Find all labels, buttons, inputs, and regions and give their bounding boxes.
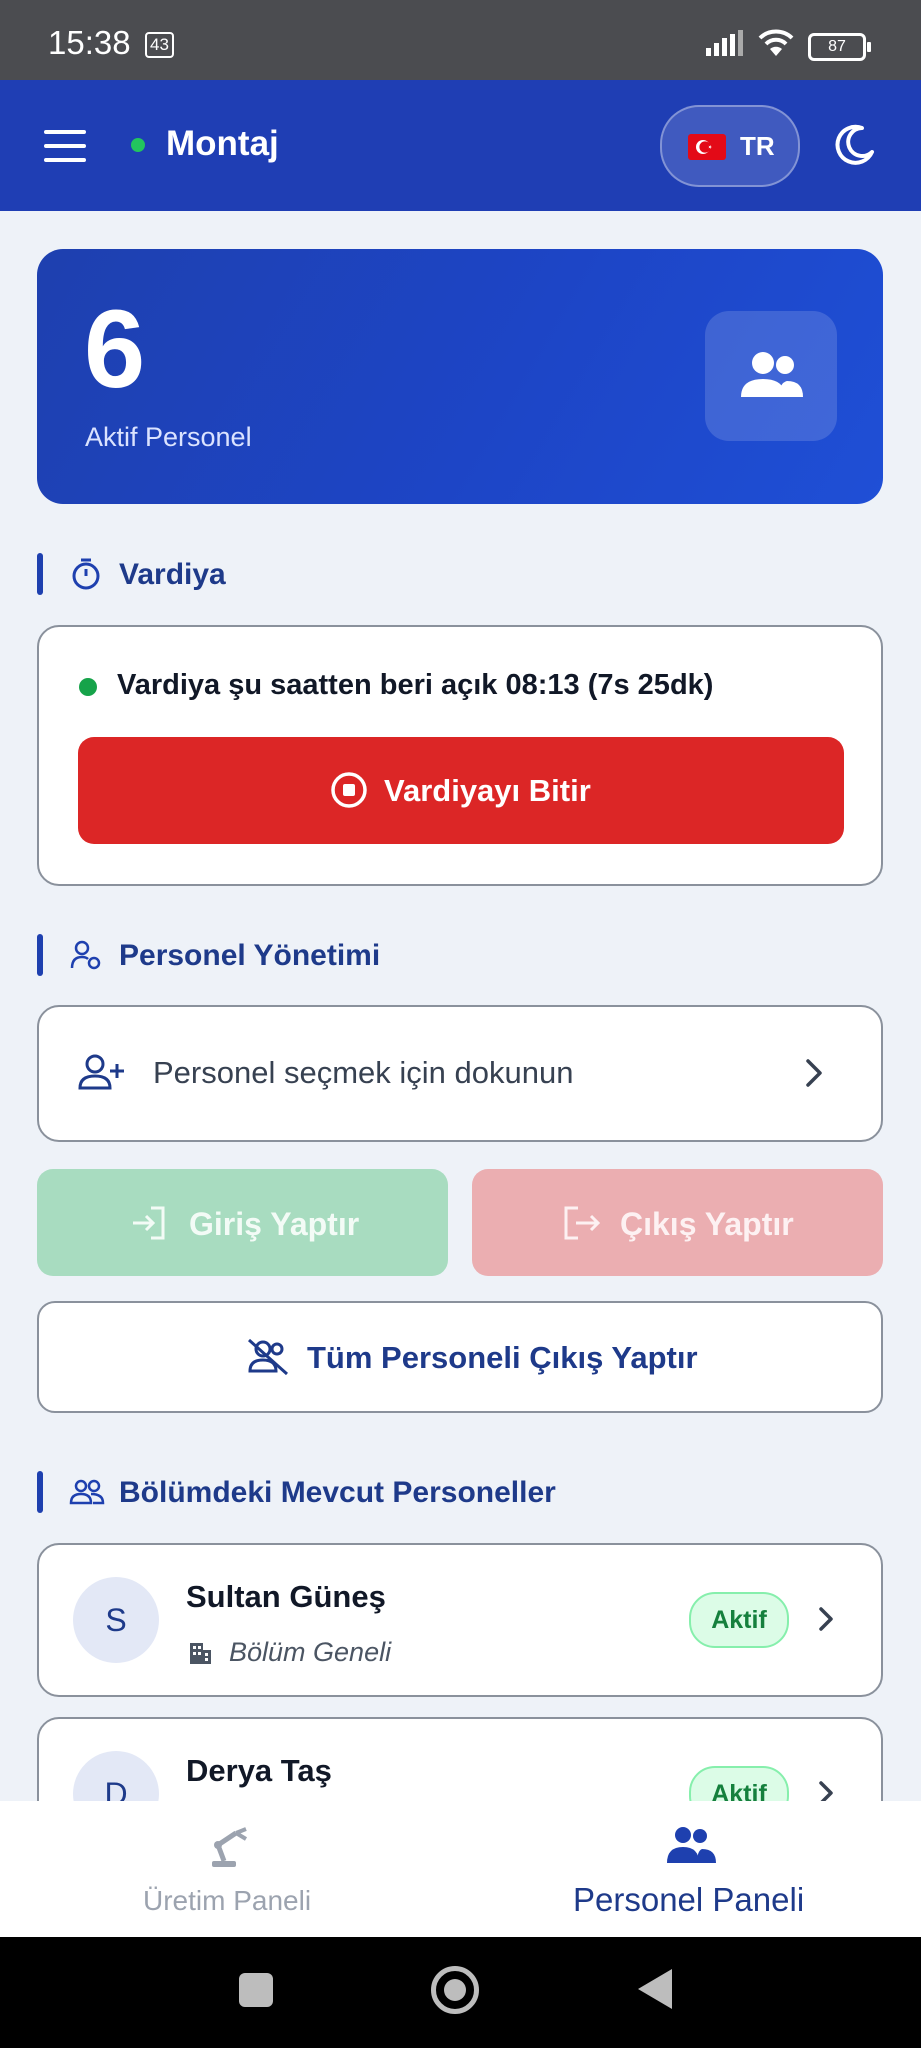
timer-icon (72, 558, 100, 590)
active-staff-card: 6 Aktif Personel (37, 249, 883, 504)
shift-card: Vardiya şu saatten beri açık 08:13 (7s 2… (37, 625, 883, 886)
user-plus-icon (78, 1054, 124, 1090)
end-shift-button[interactable]: Vardiyayı Bitir (78, 737, 844, 844)
user-settings-icon (70, 940, 101, 970)
back-button[interactable] (638, 1969, 672, 2009)
staff-department: Bölüm Geneli (229, 1637, 392, 1667)
users-outline-icon (69, 1479, 105, 1505)
list-item[interactable]: S Sultan Güneş Bölüm Geneli Aktif (37, 1543, 883, 1697)
status-time: 15:38 (48, 24, 131, 61)
status-badge: Aktif (689, 1592, 789, 1648)
check-out-label: Çıkış Yaptır (620, 1206, 794, 1242)
staff-select-field[interactable]: Personel seçmek için dokunun (37, 1005, 883, 1142)
check-out-button[interactable]: Çıkış Yaptır (472, 1169, 883, 1276)
avatar: S (73, 1577, 159, 1663)
nav-staff-label: Personel Paneli (573, 1881, 805, 1918)
robot-arm-icon (212, 1827, 248, 1867)
check-in-label: Giriş Yaptır (189, 1206, 360, 1242)
online-status-dot (131, 138, 145, 152)
bottom-navigation: Üretim Paneli Personel Paneli (0, 1801, 921, 1937)
end-shift-label: Vardiyayı Bitir (384, 773, 591, 808)
staff-name: Sultan Güneş (186, 1579, 386, 1614)
users-off-icon (247, 1338, 289, 1376)
moon-icon[interactable] (832, 122, 878, 168)
app-title: Montaj (166, 124, 279, 163)
menu-icon[interactable] (44, 130, 86, 162)
staff-management-title: Personel Yönetimi (119, 939, 381, 972)
login-icon (133, 1206, 165, 1240)
notification-count: 43 (145, 32, 174, 58)
staff-list-title: Bölümdeki Mevcut Personeller (119, 1476, 556, 1509)
logout-icon (564, 1206, 601, 1240)
app-bar: Montaj TR (0, 80, 921, 211)
shift-status-dot (79, 678, 97, 696)
staff-name: Derya Taş (186, 1753, 332, 1788)
system-navigation-bar (0, 1937, 921, 2048)
recent-apps-button[interactable] (239, 1973, 273, 2007)
users-icon (741, 352, 803, 397)
signal-icon (706, 30, 743, 56)
check-in-button[interactable]: Giriş Yaptır (37, 1169, 448, 1276)
home-button[interactable] (431, 1966, 479, 2014)
users-icon (667, 1827, 716, 1863)
staff-select-placeholder: Personel seçmek için dokunun (153, 1055, 574, 1090)
check-out-all-label: Tüm Personeli Çıkış Yaptır (307, 1340, 698, 1375)
wifi-icon (758, 29, 794, 56)
check-out-all-button[interactable]: Tüm Personeli Çıkış Yaptır (37, 1301, 883, 1413)
active-staff-label: Aktif Personel (85, 422, 252, 452)
active-staff-count: 6 (84, 288, 146, 411)
shift-status-text: Vardiya şu saatten beri açık 08:13 (7s 2… (117, 669, 714, 701)
chevron-right-icon (819, 1607, 833, 1631)
users-icon-box (705, 311, 837, 441)
status-bar: 15:38 43 87 (0, 0, 921, 80)
turkey-flag-icon (688, 134, 726, 160)
language-selector[interactable]: TR (660, 105, 800, 187)
building-icon (190, 1643, 211, 1664)
language-code: TR (740, 131, 775, 161)
nav-production-label: Üretim Paneli (143, 1885, 312, 1916)
shift-section-title: Vardiya (119, 558, 226, 591)
battery-indicator: 87 (808, 33, 871, 61)
stop-circle-icon (331, 772, 367, 808)
chevron-right-icon (806, 1059, 822, 1087)
